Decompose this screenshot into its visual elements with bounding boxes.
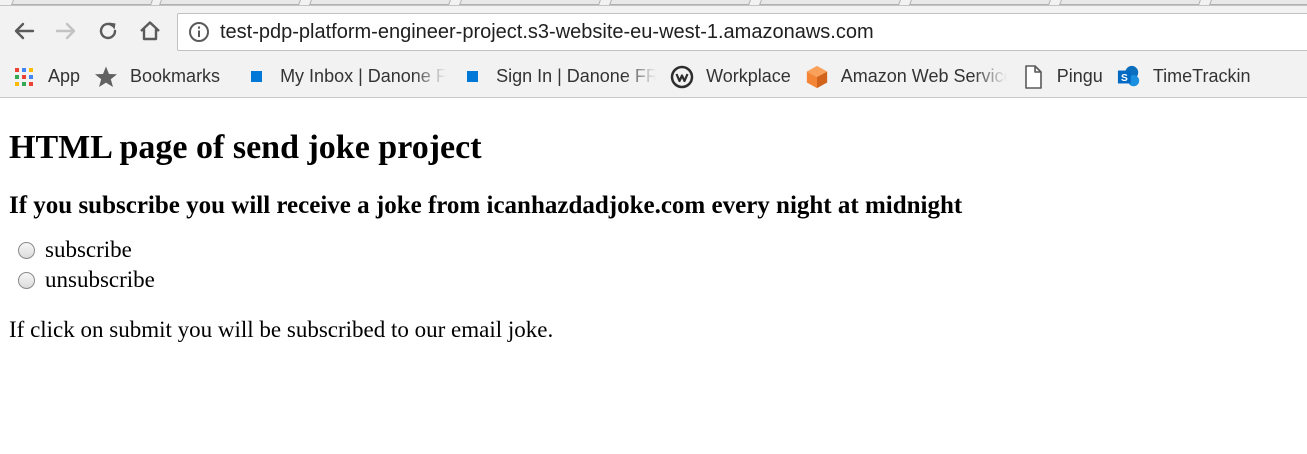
bookmark-workplace[interactable]: Workplace (670, 65, 791, 89)
address-bar[interactable]: test-pdp-platform-engineer-project.s3-we… (177, 13, 1307, 51)
tab[interactable] (609, 0, 751, 5)
bookmark-timetracking[interactable]: S TimeTrackin (1117, 65, 1251, 89)
back-button[interactable] (6, 13, 42, 49)
address-bar-url[interactable]: test-pdp-platform-engineer-project.s3-we… (220, 21, 874, 44)
reload-button[interactable] (90, 13, 126, 49)
unsubscribe-radio[interactable] (18, 271, 35, 289)
page-icon (1021, 64, 1045, 89)
sharepoint-icon: S (1117, 65, 1141, 89)
apps-grid-icon (12, 65, 36, 89)
browser-toolbar: test-pdp-platform-engineer-project.s3-we… (0, 6, 1307, 56)
bookmark-my-inbox[interactable]: My Inbox | Danone F (244, 65, 446, 89)
svg-text:S: S (1121, 73, 1128, 84)
subscribe-radio[interactable] (18, 241, 35, 259)
reload-icon (99, 22, 117, 40)
bookmark-bookmarks[interactable]: Bookmarks (94, 65, 220, 89)
forward-button[interactable] (48, 13, 84, 49)
bookmark-aws[interactable]: Amazon Web Service (805, 65, 1007, 89)
tab[interactable] (909, 0, 1051, 5)
bookmark-app[interactable]: App (12, 65, 80, 89)
bookmark-label: TimeTrackin (1152, 66, 1251, 86)
unsubscribe-option[interactable]: unsubscribe (9, 265, 1298, 295)
submit-note: If click on submit you will be subscribe… (9, 317, 554, 342)
bookmark-sign-in[interactable]: Sign In | Danone FR (460, 65, 656, 89)
tab[interactable] (1059, 0, 1201, 5)
tab[interactable] (459, 0, 601, 5)
home-icon (140, 21, 160, 41)
page-title: HTML page of send joke project (9, 129, 482, 166)
page-content: HTML page of send joke project If you su… (0, 128, 1307, 345)
subscription-radio-group: subscribe unsubscribe (9, 235, 1298, 295)
bookmark-label: Pingu (1056, 66, 1103, 86)
unsubscribe-label[interactable]: unsubscribe (45, 265, 155, 295)
info-icon[interactable] (188, 21, 210, 43)
workplace-icon (670, 65, 694, 89)
tab[interactable] (759, 0, 901, 5)
bookmark-label: Amazon Web Service (840, 66, 1007, 86)
tab[interactable] (1209, 0, 1307, 5)
aws-cube-icon (805, 65, 829, 89)
back-arrow-icon (14, 22, 35, 40)
bookmark-label: Workplace (706, 66, 791, 86)
bookmark-label: My Inbox | Danone F (280, 66, 447, 86)
page-subtitle: If you subscribe you will receive a joke… (9, 192, 963, 219)
tab[interactable] (11, 0, 153, 5)
home-button[interactable] (132, 13, 168, 49)
bookmark-pingu[interactable]: Pingu (1021, 64, 1103, 89)
star-icon (94, 65, 118, 89)
bookmark-label: Sign In | Danone FR (496, 66, 657, 86)
subscribe-label[interactable]: subscribe (45, 235, 132, 265)
bookmarks-bar: App Bookmarks My Inbox | Danone F Sign I… (0, 56, 1307, 98)
blue-square-icon (460, 65, 484, 89)
forward-arrow-icon (55, 22, 76, 40)
bookmark-label: Bookmarks (130, 66, 221, 86)
subscribe-option[interactable]: subscribe (9, 235, 1298, 265)
blue-square-icon (244, 65, 268, 89)
tab[interactable] (159, 0, 301, 5)
tab[interactable] (309, 0, 451, 5)
bookmark-label: App (48, 66, 81, 86)
